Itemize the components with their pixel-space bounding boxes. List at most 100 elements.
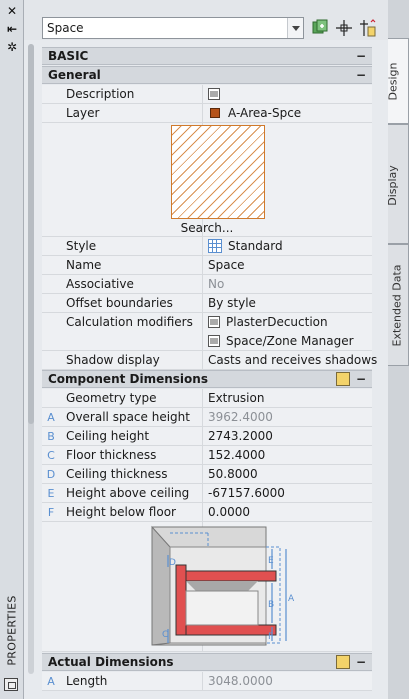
properties-panel: Space BASIC − General − Description Laye… xyxy=(24,0,388,699)
property-row-shadow[interactable]: Shadow display Casts and receives shadow… xyxy=(42,351,377,370)
property-label: Shadow display xyxy=(66,353,160,367)
property-label: Name xyxy=(66,258,102,272)
palette-title: PROPERTIES xyxy=(5,595,19,666)
property-value: Casts and receives shadows xyxy=(208,353,378,367)
property-value: -67157.6000 xyxy=(208,486,285,500)
diagram-letter: B xyxy=(268,600,274,610)
property-label: Associative xyxy=(66,277,134,291)
property-value: 0.0000 xyxy=(208,505,250,519)
property-label: Geometry type xyxy=(66,391,157,405)
add-to-selection-icon[interactable] xyxy=(310,18,330,38)
property-row-associative[interactable]: Associative No xyxy=(42,275,372,294)
diagram-letter: C xyxy=(162,630,168,640)
description-editor-icon[interactable] xyxy=(208,88,220,100)
property-row-style[interactable]: Style Standard xyxy=(42,237,372,256)
section-options-icon[interactable] xyxy=(336,372,350,386)
tab-display[interactable]: Display xyxy=(386,124,409,244)
dimension-index: B xyxy=(47,430,55,443)
dimension-diagram: D E B A C F xyxy=(151,525,295,646)
property-row[interactable]: D Ceiling thickness 50.8000 xyxy=(42,465,372,484)
chevron-down-icon[interactable] xyxy=(287,18,303,38)
property-label: Height below floor xyxy=(66,505,176,519)
property-value: PlasterDecuction xyxy=(226,315,328,329)
property-value: No xyxy=(208,277,225,291)
property-row-layer[interactable]: Layer A-Area-Spce xyxy=(42,104,372,123)
property-row[interactable]: E Height above ceiling -67157.6000 xyxy=(42,484,372,503)
property-label: Floor thickness xyxy=(66,448,157,462)
section-basic-label: BASIC xyxy=(48,49,89,63)
diagram-letter: D xyxy=(169,558,176,568)
style-preview-image xyxy=(171,125,265,219)
quick-select-icon[interactable] xyxy=(358,18,378,38)
property-label: Calculation modifiers xyxy=(66,315,193,329)
autohide-icon[interactable]: ⇤ xyxy=(4,22,20,36)
diagram-letter: F xyxy=(268,632,273,642)
layer-color-swatch xyxy=(210,108,220,118)
property-row[interactable]: F Height below floor 0.0000 xyxy=(42,503,372,522)
dimension-index: F xyxy=(47,506,55,519)
vertical-scrollbar[interactable] xyxy=(28,44,34,674)
section-actual-dimensions[interactable]: Actual Dimensions − xyxy=(42,653,372,671)
style-icon xyxy=(208,239,222,253)
dimension-index: A xyxy=(47,411,55,424)
property-label: Style xyxy=(66,239,97,253)
section-options-icon[interactable] xyxy=(336,655,350,669)
palette-tabs: Design Display Extended Data xyxy=(386,0,409,699)
section-actual-label: Actual Dimensions xyxy=(48,655,174,669)
tab-extended-data[interactable]: Extended Data xyxy=(388,244,409,366)
pick-point-icon[interactable] xyxy=(334,18,354,38)
object-type-dropdown[interactable]: Space xyxy=(42,17,304,39)
space-zone-manager-link[interactable]: Space/Zone Manager xyxy=(226,334,354,348)
property-row[interactable]: A Length 3048.0000 xyxy=(42,672,372,691)
dimension-index: E xyxy=(47,487,55,500)
property-value: Standard xyxy=(228,239,283,253)
property-label: Layer xyxy=(66,106,100,120)
collapse-icon[interactable]: − xyxy=(354,654,368,670)
diagram-letter: E xyxy=(268,556,274,566)
close-icon[interactable]: ✕ xyxy=(4,4,20,18)
scrollbar-thumb[interactable] xyxy=(28,44,34,424)
property-row[interactable]: B Ceiling height 2743.2000 xyxy=(42,427,372,446)
property-label: Offset boundaries xyxy=(66,296,173,310)
property-label: Height above ceiling xyxy=(66,486,190,500)
property-value: By style xyxy=(208,296,256,310)
toolbar: Space xyxy=(24,0,388,40)
object-type-value: Space xyxy=(47,21,84,35)
search-link[interactable]: Search... xyxy=(42,221,372,235)
property-row-calculation-modifiers[interactable]: Calculation modifiers PlasterDecuction S… xyxy=(42,313,372,351)
property-value: 2743.2000 xyxy=(208,429,273,443)
modifier-icon xyxy=(208,316,220,328)
property-row-offset[interactable]: Offset boundaries By style xyxy=(42,294,372,313)
property-label: Ceiling height xyxy=(66,429,150,443)
property-value: Extrusion xyxy=(208,391,265,405)
dimension-index: A xyxy=(47,675,55,688)
property-value: 152.4000 xyxy=(208,448,266,462)
collapse-icon[interactable]: − xyxy=(354,371,368,387)
property-label: Overall space height xyxy=(66,410,190,424)
property-value: 3048.0000 xyxy=(208,674,273,688)
palette-footer-icon[interactable] xyxy=(4,678,18,691)
dimension-index: D xyxy=(46,468,56,481)
property-row[interactable]: A Overall space height 3962.4000 xyxy=(42,408,372,427)
property-row-geometry-type[interactable]: Geometry type Extrusion xyxy=(42,389,372,408)
property-row-description[interactable]: Description xyxy=(42,85,372,104)
collapse-icon[interactable]: − xyxy=(354,67,368,83)
section-basic[interactable]: BASIC − xyxy=(42,47,372,65)
diagram-letter: A xyxy=(288,594,295,604)
property-value: Space xyxy=(208,258,245,272)
property-value: 3962.4000 xyxy=(208,410,273,424)
settings-icon[interactable]: ✲ xyxy=(4,40,20,54)
section-general-label: General xyxy=(48,68,101,82)
tab-design[interactable]: Design xyxy=(386,38,409,124)
property-row[interactable]: C Floor thickness 152.4000 xyxy=(42,446,372,465)
property-value: 50.8000 xyxy=(208,467,258,481)
section-component-dimensions[interactable]: Component Dimensions − xyxy=(42,370,372,388)
property-label: Length xyxy=(66,674,108,688)
property-row-name[interactable]: Name Space xyxy=(42,256,372,275)
palette-titlebar: ✕ ⇤ ✲ PROPERTIES xyxy=(0,0,24,699)
dimension-index: C xyxy=(47,449,55,462)
section-general[interactable]: General − xyxy=(42,66,372,84)
property-label: Description xyxy=(66,87,135,101)
manager-icon[interactable] xyxy=(208,335,220,347)
collapse-icon[interactable]: − xyxy=(354,48,368,64)
